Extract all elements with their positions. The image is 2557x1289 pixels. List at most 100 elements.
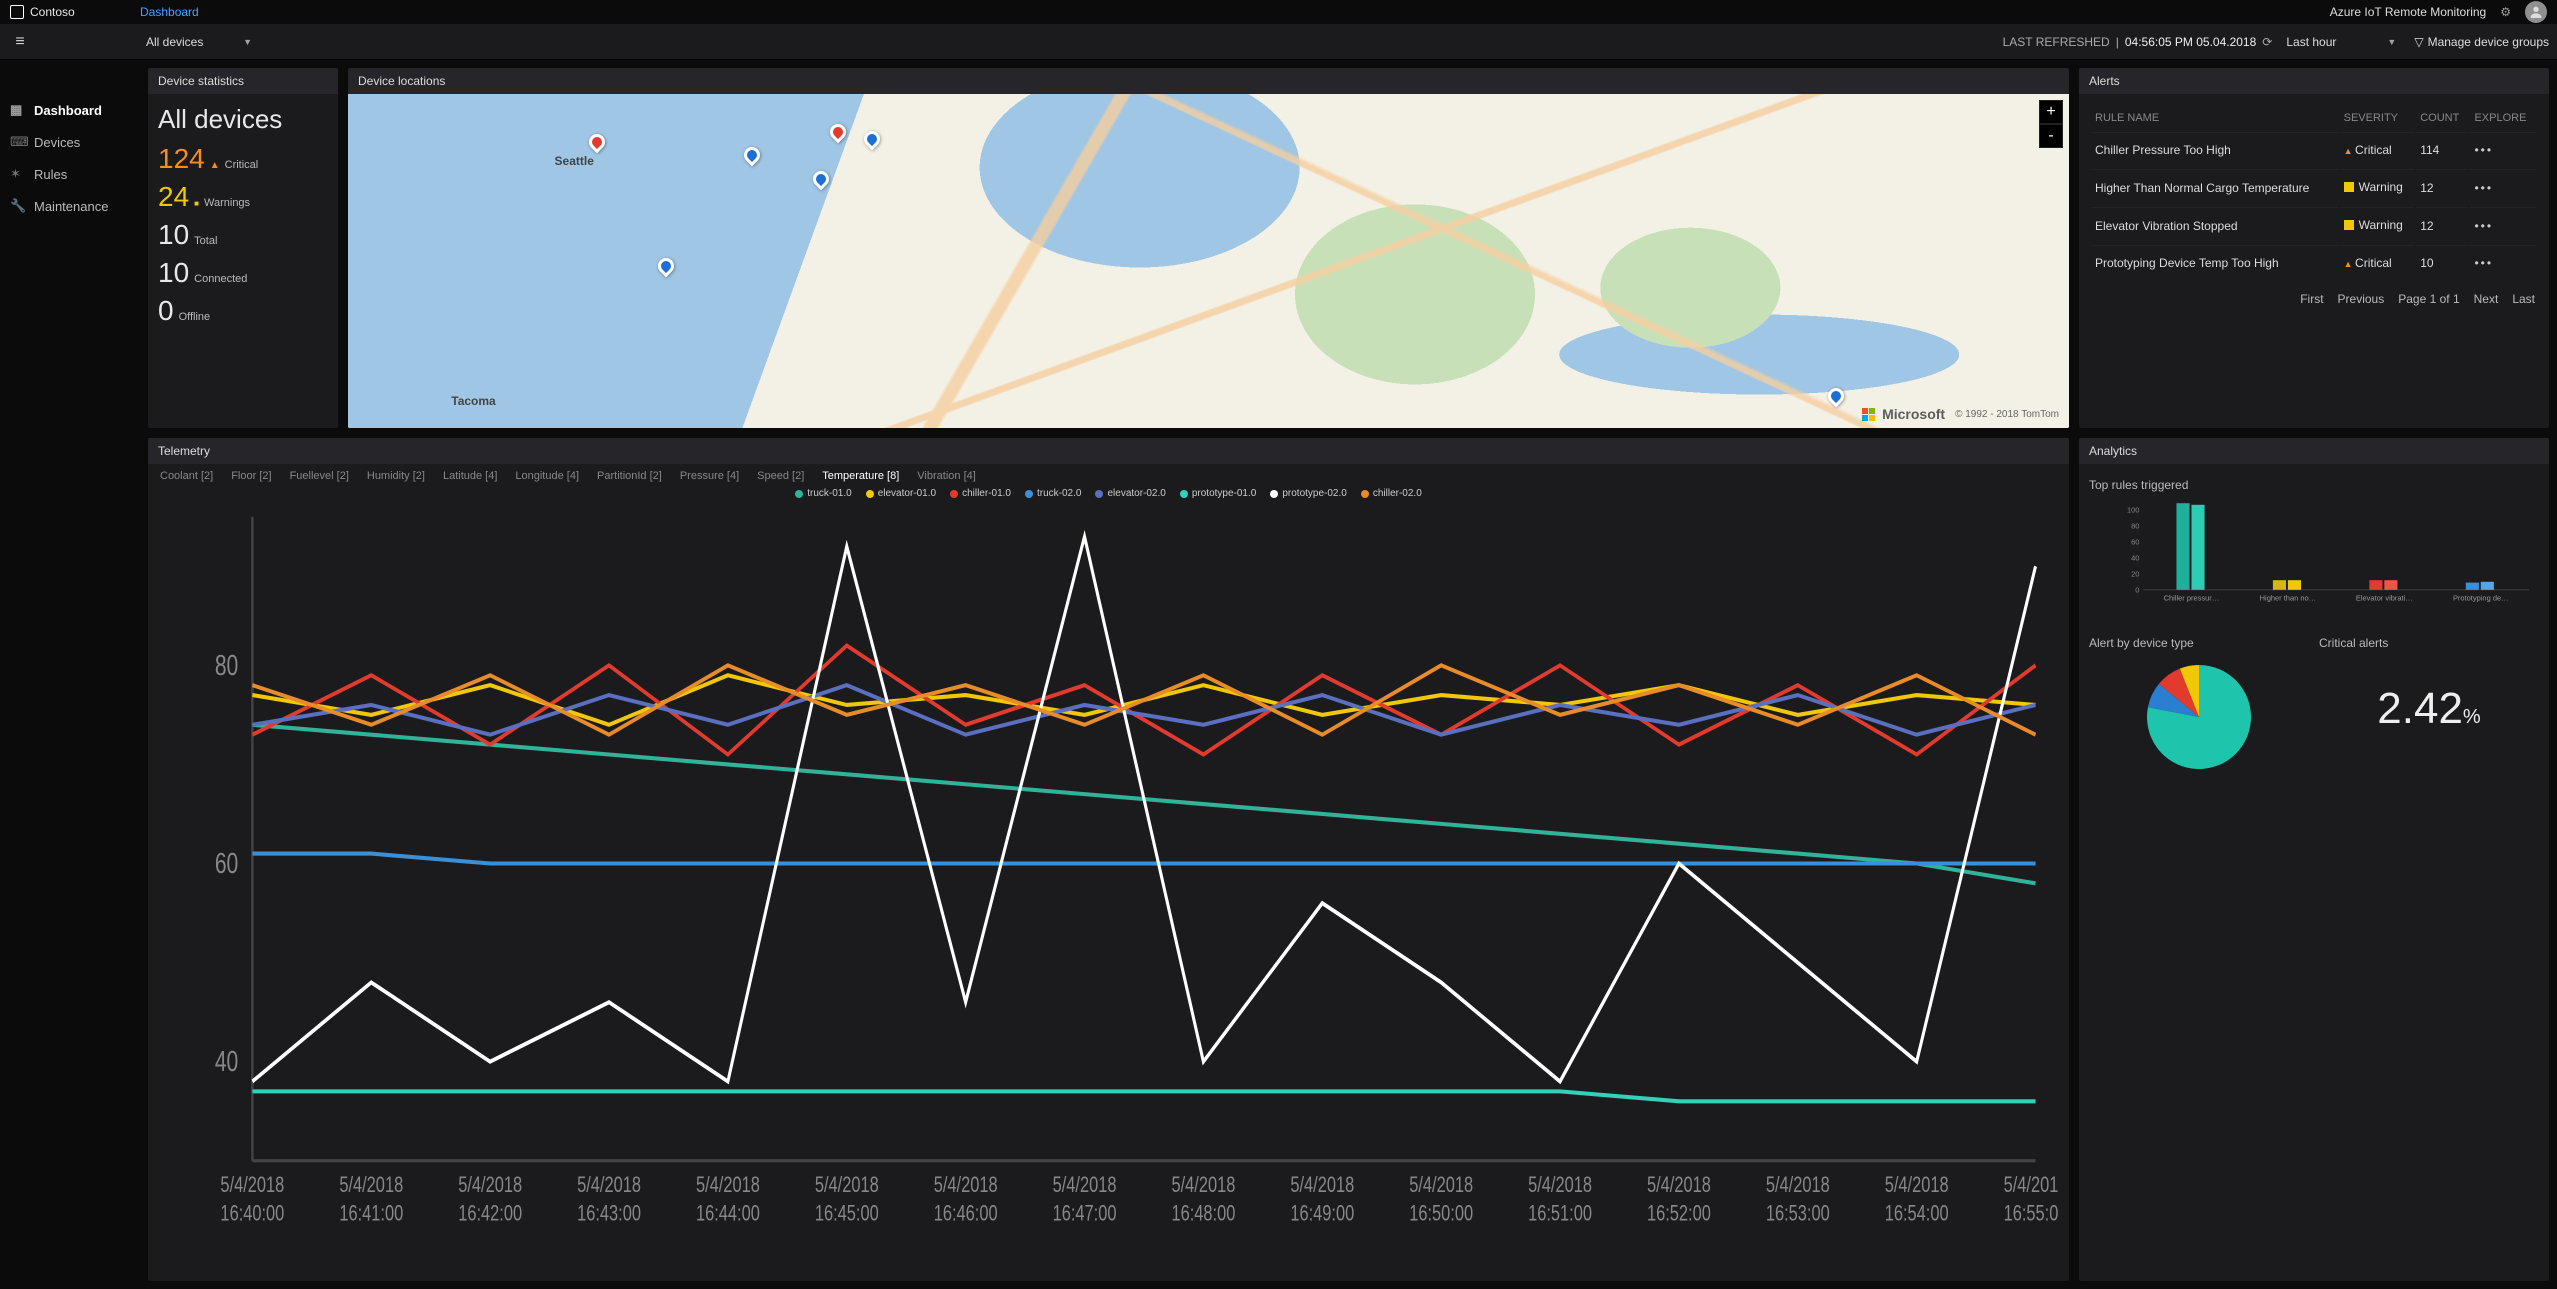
svg-text:16:46:00: 16:46:00 xyxy=(934,1201,998,1226)
svg-text:80: 80 xyxy=(2131,521,2139,530)
panel-title: Device statistics xyxy=(148,68,338,94)
analytics-panel: Analytics Top rules triggered 0204060801… xyxy=(2079,438,2549,1281)
chevron-down-icon: ▼ xyxy=(243,37,252,47)
map-city-label: Tacoma xyxy=(451,394,495,408)
map-pin-icon[interactable] xyxy=(827,121,850,144)
panel-title: Analytics xyxy=(2079,438,2549,464)
map-pin-icon[interactable] xyxy=(654,254,677,277)
telemetry-tab[interactable]: Latitude [4] xyxy=(443,470,497,482)
pager-last[interactable]: Last xyxy=(2512,292,2535,306)
explore-icon[interactable]: ••• xyxy=(2474,181,2493,195)
device-statistics-panel: Device statistics All devices 124 ▲ Crit… xyxy=(148,68,338,428)
legend-item[interactable]: elevator-02.0 xyxy=(1095,488,1165,499)
map-zoom-out-button[interactable]: - xyxy=(2039,124,2063,148)
alerts-panel: Alerts RULE NAMESEVERITYCOUNTEXPLORE Chi… xyxy=(2079,68,2549,428)
telemetry-tab[interactable]: Coolant [2] xyxy=(160,470,213,482)
stats-heading: All devices xyxy=(158,104,328,135)
telemetry-tab[interactable]: Temperature [8] xyxy=(822,470,899,482)
panel-title: Telemetry xyxy=(148,438,2069,464)
filter-bar: ≡ All devices ▼ LAST REFRESHED | 04:56:0… xyxy=(0,24,2557,60)
refresh-icon[interactable]: ⟳ xyxy=(2262,35,2272,49)
telemetry-tab[interactable]: Longitude [4] xyxy=(515,470,579,482)
map-canvas[interactable]: Seattle Tacoma + - xyxy=(348,94,2069,428)
legend-item[interactable]: elevator-01.0 xyxy=(866,488,936,499)
legend-item[interactable]: chiller-01.0 xyxy=(950,488,1011,499)
svg-text:16:55:00: 16:55:00 xyxy=(2004,1201,2059,1226)
map-pin-icon[interactable] xyxy=(1825,385,1848,408)
brand-logo-icon xyxy=(10,5,24,19)
svg-text:40: 40 xyxy=(215,1046,238,1078)
sidebar-item-devices[interactable]: ⌨Devices xyxy=(0,126,140,158)
map-zoom-in-button[interactable]: + xyxy=(2039,100,2063,124)
svg-text:Elevator vibrati…: Elevator vibrati… xyxy=(2356,594,2413,603)
svg-text:5/4/2018: 5/4/2018 xyxy=(1290,1173,1354,1198)
svg-text:16:47:00: 16:47:00 xyxy=(1053,1201,1117,1226)
svg-text:5/4/2018: 5/4/2018 xyxy=(696,1173,760,1198)
explore-icon[interactable]: ••• xyxy=(2474,256,2493,270)
table-row[interactable]: Elevator Vibration Stopped Warning 12 ••… xyxy=(2091,207,2537,243)
alerts-col-header: RULE NAME xyxy=(2091,106,2338,130)
explore-icon[interactable]: ••• xyxy=(2474,143,2493,157)
svg-text:0: 0 xyxy=(2135,586,2139,595)
legend-item[interactable]: truck-02.0 xyxy=(1025,488,1081,499)
device-group-dropdown[interactable]: All devices ▼ xyxy=(140,35,258,49)
sidebar-item-dashboard[interactable]: ▦Dashboard xyxy=(0,94,140,126)
svg-text:40: 40 xyxy=(2131,554,2139,563)
explore-icon[interactable]: ••• xyxy=(2474,219,2493,233)
pager-previous[interactable]: Previous xyxy=(2338,292,2385,306)
svg-text:5/4/2018: 5/4/2018 xyxy=(577,1173,641,1198)
settings-gear-icon[interactable]: ⚙ xyxy=(2500,5,2511,19)
svg-text:5/4/2018: 5/4/2018 xyxy=(934,1173,998,1198)
hamburger-icon[interactable]: ≡ xyxy=(0,33,40,51)
device-icon: ⌨ xyxy=(10,134,24,150)
map-city-label: Seattle xyxy=(555,154,594,168)
map-pin-icon[interactable] xyxy=(741,144,764,167)
telemetry-tab[interactable]: Fuellevel [2] xyxy=(290,470,349,482)
legend-item[interactable]: truck-01.0 xyxy=(795,488,851,499)
svg-text:16:43:00: 16:43:00 xyxy=(577,1201,641,1226)
legend-item[interactable]: chiller-02.0 xyxy=(1361,488,1422,499)
stat-connected: 10Connected xyxy=(158,259,328,287)
svg-text:16:53:00: 16:53:00 xyxy=(1766,1201,1830,1226)
svg-text:16:41:00: 16:41:00 xyxy=(339,1201,403,1226)
svg-text:16:44:00: 16:44:00 xyxy=(696,1201,760,1226)
rules-icon: ✶ xyxy=(10,166,24,182)
telemetry-tab[interactable]: Floor [2] xyxy=(231,470,271,482)
table-row[interactable]: Prototyping Device Temp Too High Critica… xyxy=(2091,245,2537,280)
svg-text:Prototyping de…: Prototyping de… xyxy=(2453,594,2509,603)
sidebar-item-maintenance[interactable]: 🔧Maintenance xyxy=(0,190,140,222)
telemetry-tab[interactable]: Humidity [2] xyxy=(367,470,425,482)
manage-device-groups-link[interactable]: ▽ Manage device groups xyxy=(2414,35,2549,49)
pager-first[interactable]: First xyxy=(2300,292,2323,306)
analytics-pie-chart xyxy=(2089,656,2309,772)
user-avatar[interactable] xyxy=(2525,1,2547,23)
breadcrumb[interactable]: Dashboard xyxy=(140,5,2330,19)
analytics-pie-title: Alert by device type xyxy=(2089,632,2309,656)
stat-critical: 124 ▲ Critical xyxy=(158,145,328,173)
telemetry-chart: 4060805/4/2018 16:40:005/4/2018 16:41:00… xyxy=(148,501,2069,1281)
telemetry-tab[interactable]: Vibration [4] xyxy=(917,470,976,482)
panel-title: Device locations xyxy=(348,68,2069,94)
map-pin-icon[interactable] xyxy=(586,131,609,154)
svg-text:16:52:00: 16:52:00 xyxy=(1647,1201,1711,1226)
sidebar-nav: ▦Dashboard⌨Devices✶Rules🔧Maintenance xyxy=(0,60,140,1289)
sidebar-item-rules[interactable]: ✶Rules xyxy=(0,158,140,190)
analytics-bar-chart: 020406080100Chiller pressur…Higher than … xyxy=(2089,498,2539,628)
table-row[interactable]: Higher Than Normal Cargo Temperature War… xyxy=(2091,169,2537,205)
timerange-dropdown[interactable]: Last hour ▼ xyxy=(2286,35,2396,49)
telemetry-tab[interactable]: Speed [2] xyxy=(757,470,804,482)
pager-next[interactable]: Next xyxy=(2474,292,2499,306)
legend-item[interactable]: prototype-02.0 xyxy=(1270,488,1347,499)
legend-item[interactable]: prototype-01.0 xyxy=(1180,488,1257,499)
svg-text:5/4/2018: 5/4/2018 xyxy=(1171,1173,1235,1198)
telemetry-tab[interactable]: Pressure [4] xyxy=(680,470,739,482)
chevron-down-icon: ▼ xyxy=(2387,37,2396,47)
table-row[interactable]: Chiller Pressure Too High Critical 114 •… xyxy=(2091,132,2537,167)
map-pin-icon[interactable] xyxy=(809,167,832,190)
microsoft-logo-icon xyxy=(1862,408,1875,421)
filter-icon: ▽ xyxy=(2414,35,2423,49)
telemetry-tab[interactable]: PartitionId [2] xyxy=(597,470,662,482)
svg-text:5/4/2018: 5/4/2018 xyxy=(458,1173,522,1198)
map-pin-icon[interactable] xyxy=(861,127,884,150)
pager-page-1-of-1[interactable]: Page 1 of 1 xyxy=(2398,292,2459,306)
